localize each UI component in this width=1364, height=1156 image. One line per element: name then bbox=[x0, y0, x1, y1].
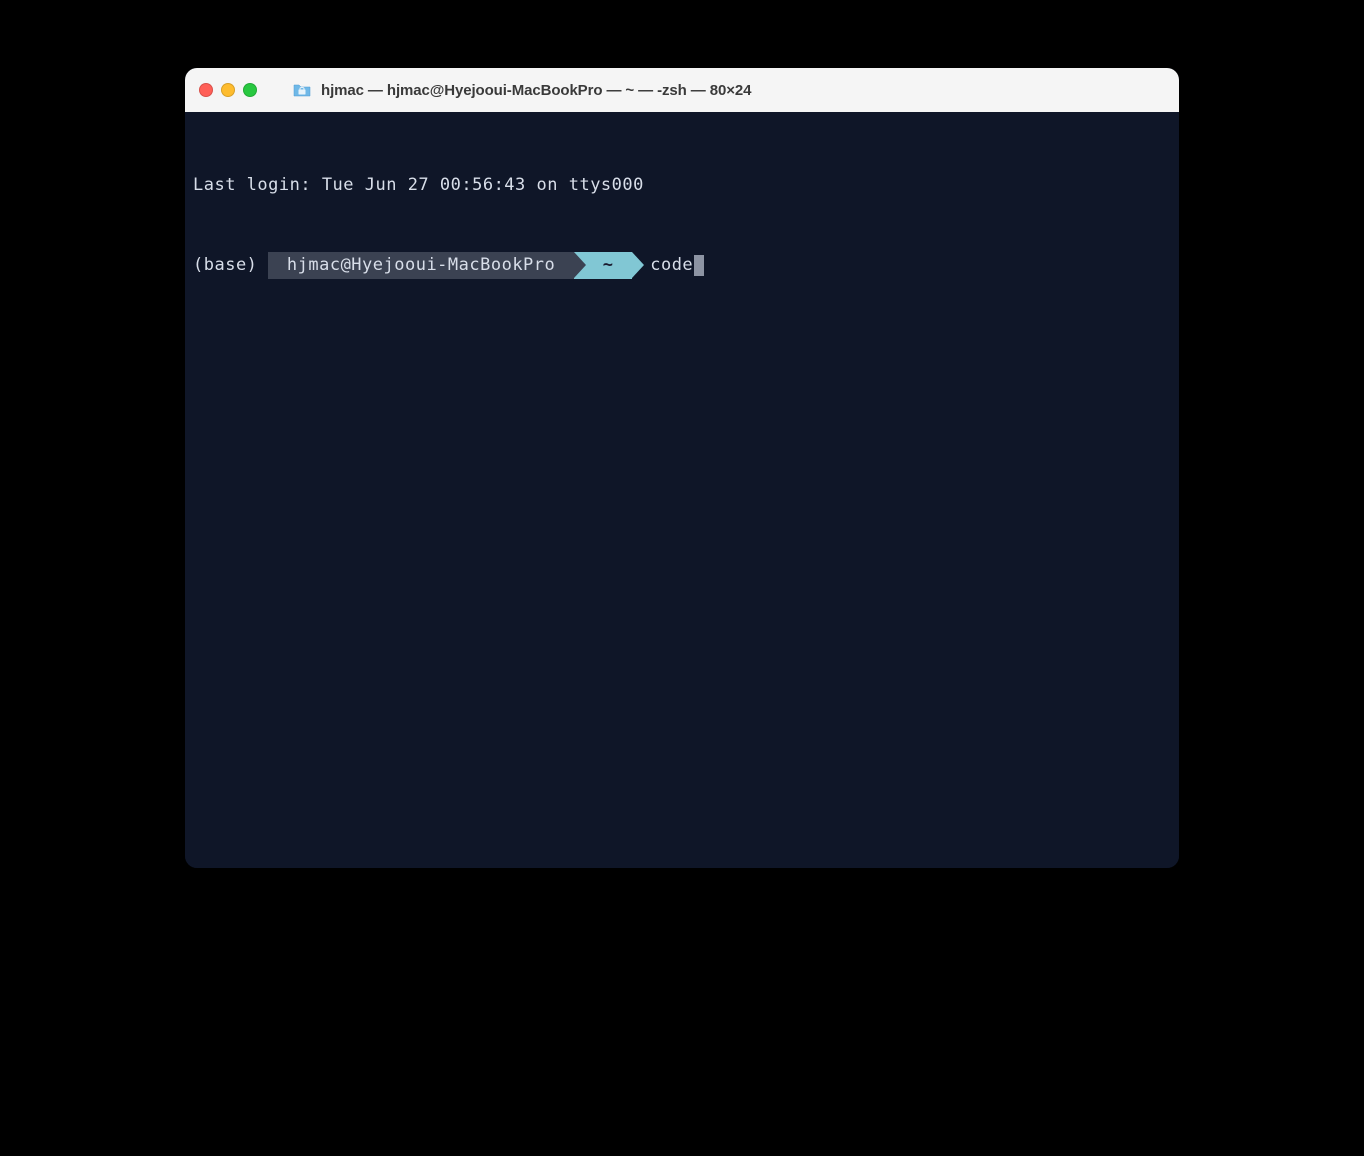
powerline-arrow-icon bbox=[632, 252, 644, 278]
last-login-line: Last login: Tue Jun 27 00:56:43 on ttys0… bbox=[193, 173, 1171, 199]
prompt-line: (base) hjmac@Hyejooui-MacBookPro ~ code bbox=[193, 252, 1171, 280]
titlebar[interactable]: hjmac — hjmac@Hyejooui-MacBookPro — ~ — … bbox=[185, 68, 1179, 112]
minimize-button[interactable] bbox=[221, 83, 235, 97]
command-input[interactable]: code bbox=[650, 253, 693, 279]
close-button[interactable] bbox=[199, 83, 213, 97]
traffic-lights bbox=[199, 83, 257, 97]
window-title: hjmac — hjmac@Hyejooui-MacBookPro — ~ — … bbox=[321, 82, 751, 99]
hostname-segment: hjmac@Hyejooui-MacBookPro bbox=[268, 252, 574, 280]
folder-icon bbox=[293, 83, 311, 97]
terminal-body[interactable]: Last login: Tue Jun 27 00:56:43 on ttys0… bbox=[185, 112, 1179, 868]
conda-env-prefix: (base) bbox=[193, 253, 268, 279]
fullscreen-button[interactable] bbox=[243, 83, 257, 97]
terminal-window: hjmac — hjmac@Hyejooui-MacBookPro — ~ — … bbox=[185, 68, 1179, 868]
powerline-arrow-icon bbox=[574, 252, 586, 278]
cursor bbox=[694, 255, 704, 276]
